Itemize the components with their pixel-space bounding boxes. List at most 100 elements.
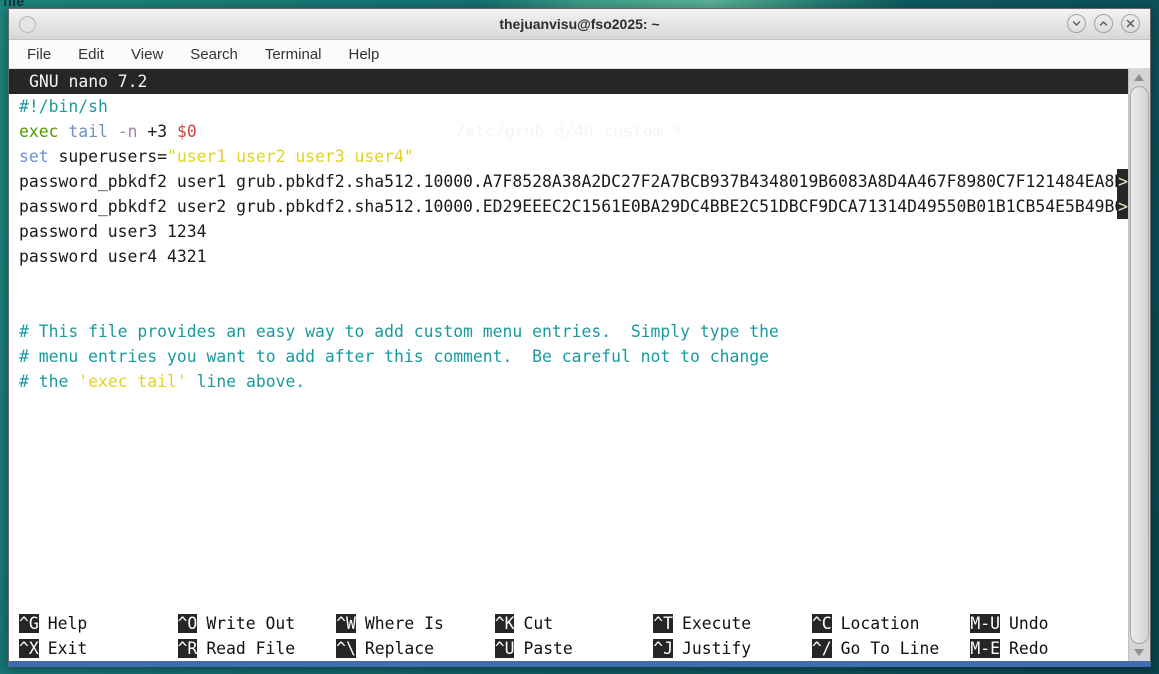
editor-line [19,294,1129,319]
code-segment: # This file provides an easy way to add … [19,322,779,341]
app-circle-icon [19,16,36,33]
shortcut-exit: ^XExit [19,636,178,661]
code-segment: 'exec tail' [78,372,187,391]
shortcut-key: M-U [970,614,1000,633]
code-segment: exec [19,122,58,141]
close-icon [1125,18,1136,29]
shortcut-label: Write Out [197,614,295,633]
code-segment: # menu entries you want to add after thi… [19,347,769,366]
shortcut-label: Read File [197,639,295,658]
maximize-button[interactable] [1094,14,1113,33]
shortcut-label: Justify [673,639,751,658]
code-segment: password_pbkdf2 user1 grub.pbkdf2.sha512… [19,172,1124,191]
editor-line: password user3 1234 [19,219,1129,244]
shortcut-key: ^O [178,614,198,633]
shortcut-key: ^/ [812,639,832,658]
nano-header: /etc/grub.d/40_custom * GNU nano 7.2 [9,69,1129,94]
shortcut-key: ^\ [336,639,356,658]
menu-item-help[interactable]: Help [349,46,380,63]
shortcut-key: ^U [495,639,515,658]
editor-line: password user4 4321 [19,244,1129,269]
code-segment: -n [118,122,138,141]
code-segment: set [19,147,49,166]
code-segment: tail [68,122,107,141]
nano-shortcut-bar: ^GHelp^OWrite Out^WWhere Is^KCut^TExecut… [19,611,1129,661]
chevron-up-icon [1098,18,1109,29]
scrollbar[interactable] [1128,69,1150,661]
shortcut-label: Redo [1000,639,1048,658]
window-controls [1067,14,1140,33]
shortcut-key: ^K [495,614,515,633]
editor-line: # This file provides an easy way to add … [19,319,1129,344]
menu-item-view[interactable]: View [131,46,163,63]
editor-line: # menu entries you want to add after thi… [19,344,1129,369]
scrollbar-up-arrow-icon[interactable] [1134,74,1144,81]
editor-line: #!/bin/sh [19,94,1129,119]
shortcut-execute: ^TExecute [653,611,812,636]
window-title: thejuanvisu@fso2025: ~ [499,16,659,32]
menu-item-search[interactable]: Search [190,46,238,63]
shortcut-help: ^GHelp [19,611,178,636]
shortcut-label: Cut [514,614,553,633]
menubar: File Edit View Search Terminal Help [9,40,1150,69]
shortcut-label: Help [39,614,87,633]
shortcut-replace: ^\Replace [336,636,495,661]
shortcut-label: Location [832,614,920,633]
chevron-down-icon [1071,18,1082,29]
shortcut-undo: M-UUndo [970,611,1129,636]
shortcut-redo: M-ERedo [970,636,1129,661]
code-segment: # the [19,372,78,391]
scrollbar-thumb[interactable] [1130,86,1149,644]
shortcut-label: Paste [514,639,572,658]
minimize-button[interactable] [1067,14,1086,33]
shortcut-key: ^X [19,639,39,658]
editor-line: # the 'exec tail' line above. [19,369,1129,394]
editor-line [19,269,1129,294]
editor-line: password_pbkdf2 user2 grub.pbkdf2.sha512… [19,194,1129,219]
shortcut-label: Undo [1000,614,1048,633]
shortcut-key: ^C [812,614,832,633]
code-segment: password user3 1234 [19,222,207,241]
shortcut-key: ^G [19,614,39,633]
shortcut-key: M-E [970,639,1000,658]
terminal-text-area: /etc/grub.d/40_custom * GNU nano 7.2 #!/… [9,69,1129,661]
shortcut-label: Where Is [356,614,444,633]
menu-item-terminal[interactable]: Terminal [265,46,322,63]
shortcut-go-to-line: ^/Go To Line [812,636,971,661]
code-segment: password_pbkdf2 user2 grub.pbkdf2.sha512… [19,197,1124,216]
shortcut-where-is: ^WWhere Is [336,611,495,636]
code-segment [58,122,68,141]
scrollbar-down-arrow-icon[interactable] [1134,649,1144,656]
shortcut-label: Go To Line [832,639,940,658]
editor-line: set superusers="user1 user2 user3 user4" [19,144,1129,169]
code-segment [108,122,118,141]
shortcut-key: ^J [653,639,673,658]
terminal-window: thejuanvisu@fso2025: ~ File Edit View Searc… [8,8,1151,667]
editor-area: #!/bin/shexec tail -n +3 $0set superuser… [19,94,1129,611]
shortcut-key: ^W [336,614,356,633]
menu-item-file[interactable]: File [27,46,51,63]
shortcut-location: ^CLocation [812,611,971,636]
code-segment: password user4 4321 [19,247,207,266]
nano-app-title: GNU nano 7.2 [29,69,147,94]
shortcut-label: Replace [356,639,434,658]
terminal-viewport[interactable]: /etc/grub.d/40_custom * GNU nano 7.2 #!/… [9,69,1150,661]
shortcut-paste: ^UPaste [495,636,654,661]
shortcut-label: Exit [39,639,87,658]
code-segment: line above. [187,372,305,391]
menu-item-edit[interactable]: Edit [78,46,104,63]
code-segment: #!/bin/sh [19,97,108,116]
close-button[interactable] [1121,14,1140,33]
window-titlebar[interactable]: thejuanvisu@fso2025: ~ [9,9,1150,40]
shortcut-key: ^R [178,639,198,658]
shortcut-justify: ^JJustify [653,636,812,661]
editor-line: password_pbkdf2 user1 grub.pbkdf2.sha512… [19,169,1129,194]
code-segment: superusers= [49,147,167,166]
code-segment: +3 [137,122,176,141]
shortcut-read-file: ^RRead File [178,636,337,661]
code-segment: $0 [177,122,197,141]
shortcut-label: Execute [673,614,751,633]
shortcut-write-out: ^OWrite Out [178,611,337,636]
editor-line: exec tail -n +3 $0 [19,119,1129,144]
shortcut-cut: ^KCut [495,611,654,636]
